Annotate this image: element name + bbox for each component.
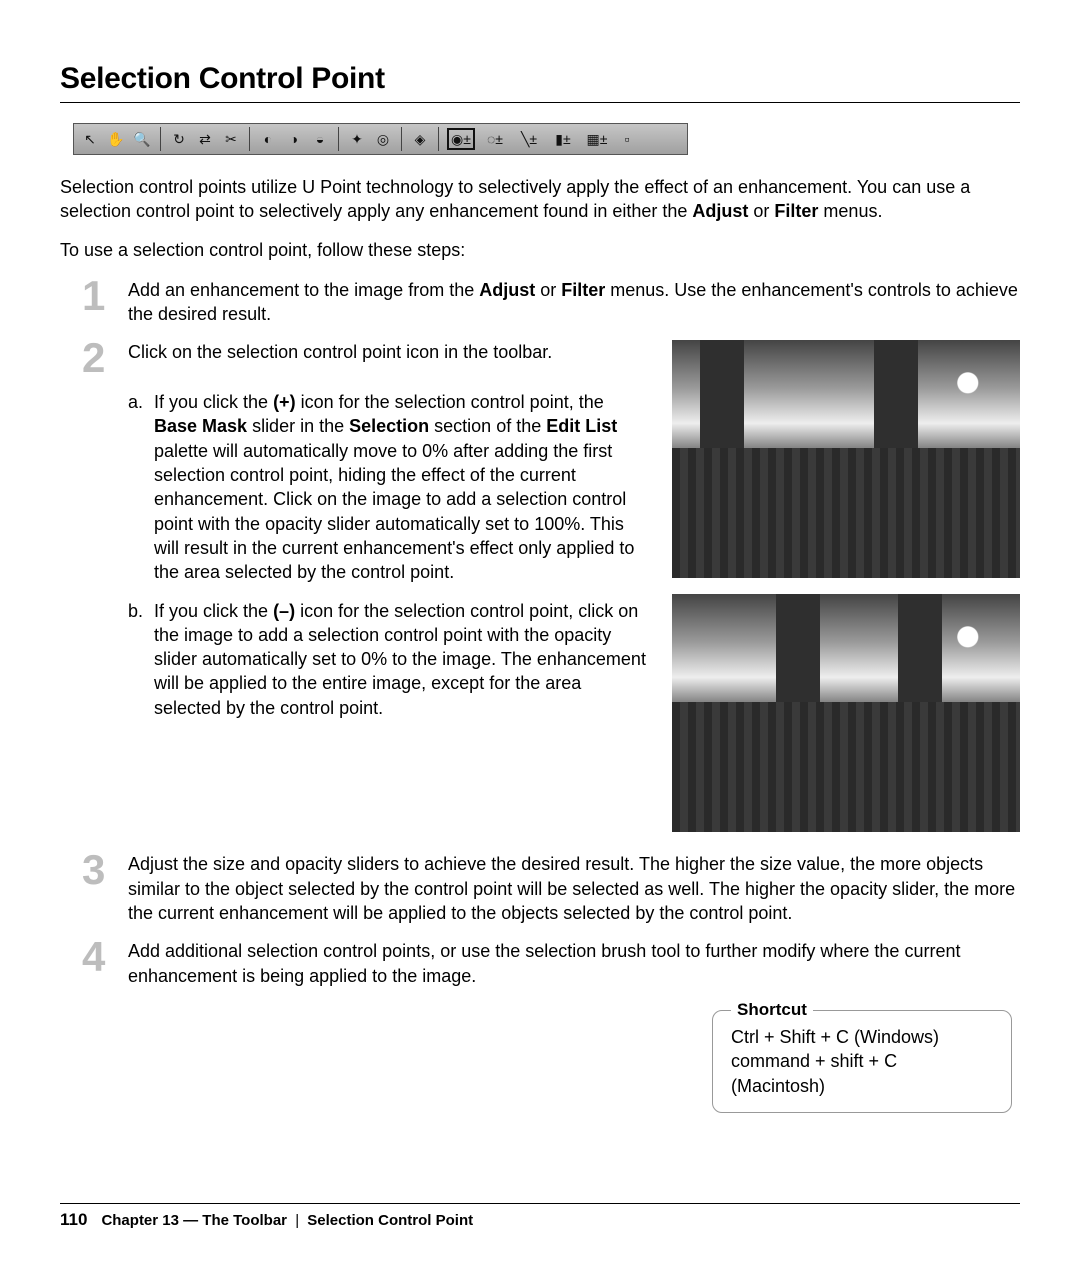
text: If you click the xyxy=(154,601,273,621)
fill-icon: ▦± xyxy=(583,129,611,149)
footer-chapter: Chapter 13 — The Toolbar xyxy=(101,1212,287,1229)
title-rule xyxy=(60,102,1020,103)
white-point-icon: ◒ xyxy=(310,129,330,149)
rotate-icon: ↻ xyxy=(169,129,189,149)
bold: Base Mask xyxy=(154,416,247,436)
shortcut-windows: Ctrl + Shift + C (Windows) xyxy=(731,1025,993,1049)
intro-text: menus. xyxy=(818,201,882,221)
intro-bold: Adjust xyxy=(692,201,748,221)
substep-text: If you click the (+) icon for the select… xyxy=(154,390,650,584)
footer-breadcrumb: Chapter 13 — The Toolbar | Selection Con… xyxy=(101,1212,473,1229)
page-number: 110 xyxy=(60,1210,87,1230)
step-number: 1 xyxy=(82,278,122,314)
bold: Selection xyxy=(349,416,429,436)
step-number: 4 xyxy=(82,939,122,975)
toolbar-separator xyxy=(338,127,339,151)
lasso-icon: ◌± xyxy=(481,129,509,149)
page-footer: 110 Chapter 13 — The Toolbar | Selection… xyxy=(60,1210,473,1230)
bold: Edit List xyxy=(546,416,617,436)
pointer-icon: ↖ xyxy=(80,129,100,149)
shortcut-box: Shortcut Ctrl + Shift + C (Windows) comm… xyxy=(712,1010,1012,1113)
text: icon for the selection control point, th… xyxy=(296,392,604,412)
text: palette will automatically move to 0% af… xyxy=(154,441,634,582)
step-4: 4 Add additional selection control point… xyxy=(82,939,1020,988)
selection-control-icon: ◉± xyxy=(447,128,475,150)
brush-icon: ╲± xyxy=(515,129,543,149)
footer-rule xyxy=(60,1203,1020,1204)
footer-section: Selection Control Point xyxy=(307,1212,473,1229)
step-number: 2 xyxy=(82,340,122,376)
substep-b: b. If you click the (–) icon for the sel… xyxy=(128,599,650,720)
text: Add an enhancement to the image from the xyxy=(128,280,479,300)
substep-a: a. If you click the (+) icon for the sel… xyxy=(128,390,650,584)
toolbar-separator xyxy=(401,127,402,151)
text: section of the xyxy=(429,416,546,436)
substep-text: If you click the (–) icon for the select… xyxy=(154,599,650,720)
mask-icon: ▫ xyxy=(617,129,637,149)
intro-paragraph-1: Selection control points utilize U Point… xyxy=(60,175,1020,224)
auto-retouch-icon: ✦ xyxy=(347,129,367,149)
shortcut-mac: command + shift + C (Macintosh) xyxy=(731,1049,993,1098)
straighten-icon: ⇄ xyxy=(195,129,215,149)
redeye-icon: ◎ xyxy=(373,129,393,149)
intro-bold: Filter xyxy=(774,201,818,221)
neutral-point-icon: ◑ xyxy=(284,129,304,149)
substep-letter: b. xyxy=(128,599,154,720)
text: If you click the xyxy=(154,392,273,412)
bold: (+) xyxy=(273,392,296,412)
step-text: Add additional selection control points,… xyxy=(128,939,1020,988)
black-point-icon: ◐ xyxy=(258,129,278,149)
step-3: 3 Adjust the size and opacity sliders to… xyxy=(82,852,1020,925)
intro-text: or xyxy=(748,201,774,221)
step-text: Add an enhancement to the image from the… xyxy=(128,278,1020,327)
toolbar-separator xyxy=(249,127,250,151)
bold: (–) xyxy=(273,601,295,621)
gradient-icon: ▮± xyxy=(549,129,577,149)
color-point-icon: ◈ xyxy=(410,129,430,149)
page-title: Selection Control Point xyxy=(60,62,1020,96)
step-text: Click on the selection control point ico… xyxy=(128,340,650,364)
substep-letter: a. xyxy=(128,390,154,584)
step-2: 2 Click on the selection control point i… xyxy=(82,340,650,376)
step-number: 3 xyxy=(82,852,122,888)
example-image-2 xyxy=(672,594,1020,832)
bold: Filter xyxy=(561,280,605,300)
example-image-1 xyxy=(672,340,1020,578)
toolbar-separator xyxy=(438,127,439,151)
step-text: Adjust the size and opacity sliders to a… xyxy=(128,852,1020,925)
zoom-icon: 🔍 xyxy=(132,129,152,149)
text: or xyxy=(535,280,561,300)
intro-paragraph-2: To use a selection control point, follow… xyxy=(60,238,1020,262)
toolbar-separator xyxy=(160,127,161,151)
step-1: 1 Add an enhancement to the image from t… xyxy=(82,278,1020,327)
text: slider in the xyxy=(247,416,349,436)
hand-icon: ✋ xyxy=(106,129,126,149)
bold: Adjust xyxy=(479,280,535,300)
toolbar: ↖ ✋ 🔍 ↻ ⇄ ✂ ◐ ◑ ◒ ✦ ◎ ◈ ◉± ◌± ╲± ▮± ▦± ▫ xyxy=(73,123,688,155)
shortcut-label: Shortcut xyxy=(731,999,813,1022)
crop-icon: ✂ xyxy=(221,129,241,149)
